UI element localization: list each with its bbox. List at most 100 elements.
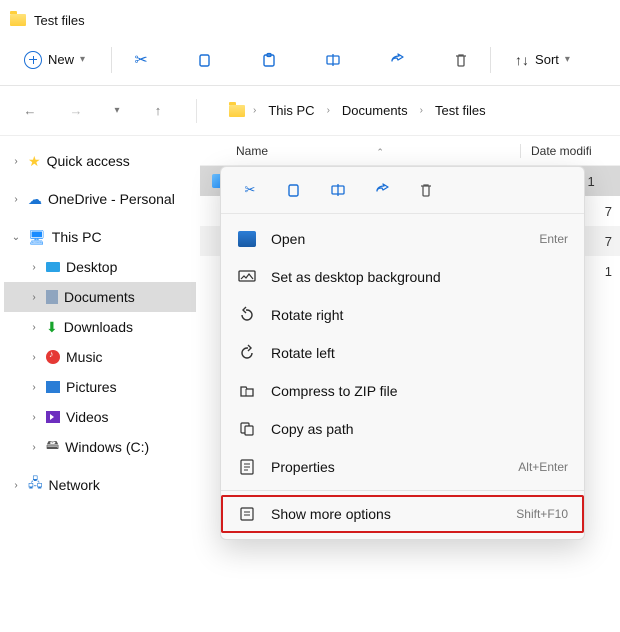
tree-pictures[interactable]: › Pictures <box>4 372 196 402</box>
tree-network[interactable]: › 🖧 Network <box>4 470 196 500</box>
properties-icon <box>237 457 257 477</box>
zip-icon <box>237 381 257 401</box>
chevron-down-icon: ▾ <box>565 54 570 65</box>
cut-icon[interactable]: ✂ <box>128 47 154 73</box>
context-item-label: Compress to ZIP file <box>271 383 568 399</box>
rename-icon[interactable] <box>320 47 346 73</box>
share-icon[interactable] <box>371 179 393 201</box>
tree-label: Pictures <box>66 379 117 395</box>
tree-music[interactable]: › Music <box>4 342 196 372</box>
tree-documents[interactable]: › Documents <box>4 282 196 312</box>
chevron-right-icon: › <box>327 105 330 116</box>
column-header-name[interactable]: Name ⌃ <box>200 144 520 158</box>
expander-icon[interactable]: › <box>28 382 40 393</box>
desktop-background-icon <box>237 267 257 287</box>
window-title-bar: Test files <box>0 0 620 34</box>
videos-icon <box>46 411 60 423</box>
breadcrumb-test-files[interactable]: Test files <box>431 101 490 120</box>
context-set-desktop-background[interactable]: Set as desktop background <box>221 258 584 296</box>
copy-icon[interactable] <box>283 179 305 201</box>
context-item-shortcut: Shift+F10 <box>516 507 568 521</box>
file-date-fragment: 1 <box>605 264 612 279</box>
context-properties[interactable]: Properties Alt+Enter <box>221 448 584 486</box>
column-header-date[interactable]: Date modifi <box>520 144 592 158</box>
separator <box>111 47 112 73</box>
expander-icon[interactable]: › <box>28 412 40 423</box>
context-item-shortcut: Alt+Enter <box>518 460 568 474</box>
chevron-right-icon: › <box>420 105 423 116</box>
navigation-tree: › ★ Quick access › ☁ OneDrive - Personal… <box>0 136 200 632</box>
context-rotate-right[interactable]: Rotate right <box>221 296 584 334</box>
context-rotate-left[interactable]: Rotate left <box>221 334 584 372</box>
context-item-label: Open <box>271 231 525 247</box>
separator <box>196 99 197 123</box>
context-menu: ✂ Open Enter Set as desktop background <box>220 166 585 540</box>
breadcrumb-this-pc[interactable]: This PC <box>264 101 318 120</box>
drive-icon: 🖴 <box>46 436 59 458</box>
tree-this-pc[interactable]: ⌄ 🖥 This PC <box>4 222 196 252</box>
column-headers: Name ⌃ Date modifi <box>200 136 620 166</box>
sort-indicator-icon: ⌃ <box>376 147 384 157</box>
plus-circle-icon <box>24 51 42 69</box>
expander-icon[interactable]: › <box>28 292 40 303</box>
file-date-fragment: 7 <box>605 234 612 249</box>
up-button[interactable]: ↑ <box>146 99 170 123</box>
tree-videos[interactable]: › Videos <box>4 402 196 432</box>
copy-path-icon <box>237 419 257 439</box>
breadcrumb-documents[interactable]: Documents <box>338 101 412 120</box>
music-icon <box>46 350 60 364</box>
expander-icon[interactable]: › <box>10 156 22 167</box>
sort-button[interactable]: ↑↓ Sort ▾ <box>507 48 578 72</box>
tree-onedrive[interactable]: › ☁ OneDrive - Personal <box>4 184 196 214</box>
tree-label: Windows (C:) <box>65 439 149 455</box>
desktop-icon <box>46 262 60 272</box>
context-item-label: Rotate left <box>271 345 568 361</box>
sort-button-label: Sort <box>535 52 559 67</box>
tree-label: Music <box>66 349 103 365</box>
back-button[interactable]: ← <box>18 99 42 123</box>
context-show-more-options[interactable]: Show more options Shift+F10 <box>221 495 584 533</box>
expander-icon[interactable]: › <box>10 194 22 205</box>
cloud-icon: ☁ <box>28 191 42 208</box>
window-title: Test files <box>34 13 85 28</box>
expander-collapse-icon[interactable]: ⌄ <box>10 232 22 243</box>
tree-downloads[interactable]: › ⬇ Downloads <box>4 312 196 342</box>
expander-icon[interactable]: › <box>28 442 40 453</box>
tree-quick-access[interactable]: › ★ Quick access <box>4 146 196 176</box>
delete-icon[interactable] <box>415 179 437 201</box>
context-menu-iconbar: ✂ <box>221 167 584 214</box>
main-area: › ★ Quick access › ☁ OneDrive - Personal… <box>0 136 620 632</box>
tree-label: This PC <box>52 229 102 245</box>
folder-icon <box>10 14 26 26</box>
rename-icon[interactable] <box>327 179 349 201</box>
expander-icon[interactable]: › <box>28 322 40 333</box>
expander-icon[interactable]: › <box>28 352 40 363</box>
paste-icon[interactable] <box>256 47 282 73</box>
context-compress-zip[interactable]: Compress to ZIP file <box>221 372 584 410</box>
file-date-fragment: 7 <box>605 204 612 219</box>
breadcrumb: › This PC › Documents › Test files <box>229 101 490 120</box>
separator <box>490 47 491 73</box>
show-more-icon <box>237 504 257 524</box>
menu-divider <box>221 490 584 491</box>
history-chevron-icon[interactable]: ▾ <box>110 99 124 123</box>
rotate-right-icon <box>237 305 257 325</box>
tree-c-drive[interactable]: › 🖴 Windows (C:) <box>4 432 196 462</box>
delete-icon[interactable] <box>448 47 474 73</box>
cut-icon[interactable]: ✂ <box>239 179 261 201</box>
context-copy-as-path[interactable]: Copy as path <box>221 410 584 448</box>
toolbar: New ▾ ✂ ↑↓ Sort ▾ <box>0 34 620 86</box>
context-item-label: Set as desktop background <box>271 269 568 285</box>
forward-button[interactable]: → <box>64 99 88 123</box>
share-icon[interactable] <box>384 47 410 73</box>
expander-icon[interactable]: › <box>10 480 22 491</box>
new-button[interactable]: New ▾ <box>14 45 95 75</box>
file-list: Name ⌃ Date modifi photo.jpg 6/18/2022 1… <box>200 136 620 632</box>
context-open[interactable]: Open Enter <box>221 220 584 258</box>
copy-icon[interactable] <box>192 47 218 73</box>
expander-icon[interactable]: › <box>28 262 40 273</box>
tree-desktop[interactable]: › Desktop <box>4 252 196 282</box>
tree-label: Downloads <box>64 319 133 335</box>
monitor-icon: 🖥 <box>28 229 46 246</box>
tree-label: Desktop <box>66 259 117 275</box>
